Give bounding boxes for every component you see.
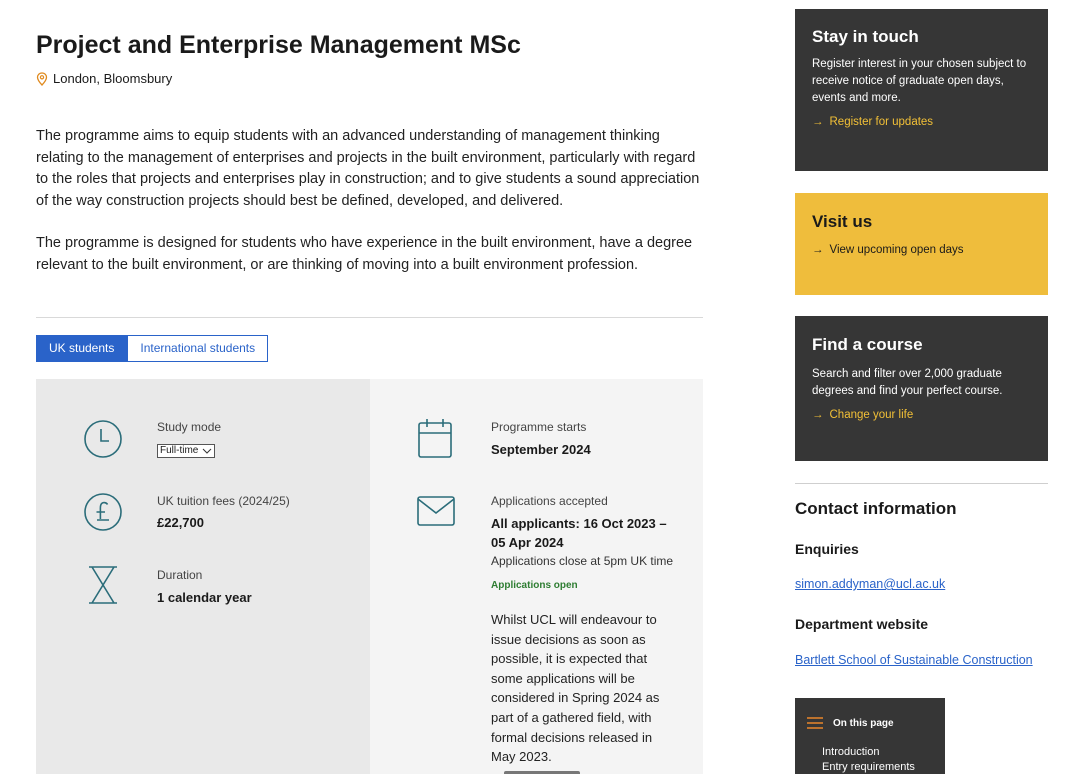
open-days-link-text: View upcoming open days <box>829 244 964 256</box>
applications-note: Applications close at 5pm UK time <box>491 554 674 568</box>
register-link-text: Register for updates <box>829 116 934 128</box>
hourglass-icon <box>89 566 117 604</box>
intro-paragraph-1: The programme aims to equip students wit… <box>36 128 700 209</box>
location-pin-icon <box>36 71 48 86</box>
key-facts-panel: Study mode Full-time UK tuition fees (20… <box>36 379 703 774</box>
programme-starts-value: September 2024 <box>491 442 591 457</box>
page-title: Project and Enterprise Management MSc <box>36 31 521 59</box>
on-this-page-title: On this page <box>833 717 894 729</box>
applications-status: Applications open <box>491 580 578 591</box>
arrow-right-icon: → <box>812 244 824 256</box>
programme-starts-label: Programme starts <box>491 420 587 434</box>
stay-in-touch-text: Register interest in your chosen subject… <box>812 58 1027 104</box>
key-facts-right: Programme starts September 2024 Applicat… <box>370 379 703 774</box>
find-a-course-box: Find a course Search and filter over 2,0… <box>795 316 1048 461</box>
contact-title: Contact information <box>795 499 957 518</box>
applications-label: Applications accepted <box>491 494 608 508</box>
key-facts-left: Study mode Full-time UK tuition fees (20… <box>36 379 370 774</box>
calendar-icon <box>418 419 452 458</box>
find-a-course-text: Search and filter over 2,000 graduate de… <box>812 368 1003 397</box>
location: London, Bloomsbury <box>36 71 172 86</box>
tab-international-students[interactable]: International students <box>127 335 269 362</box>
fees-value: £22,700 <box>157 515 204 530</box>
duration-label: Duration <box>157 568 203 582</box>
arrow-right-icon: → <box>812 116 824 128</box>
fees-label: UK tuition fees (2024/25) <box>157 494 290 508</box>
visit-us-title: Visit us <box>812 212 873 231</box>
study-mode-value: Full-time <box>160 445 199 456</box>
applications-value-line1: All applicants: 16 Oct 2023 – <box>491 516 667 531</box>
on-this-page-item-entry-requirements[interactable]: Entry requirements <box>822 761 915 773</box>
stay-in-touch-title: Stay in touch <box>812 27 919 46</box>
tab-uk-students[interactable]: UK students <box>36 335 128 362</box>
location-text: London, Bloomsbury <box>53 71 173 86</box>
enquiries-label: Enquiries <box>795 541 859 557</box>
arrow-right-icon: → <box>812 409 824 421</box>
intro-section: The programme aims to equip students wit… <box>36 126 703 276</box>
change-your-life-text: Change your life <box>829 409 914 421</box>
contact-divider <box>795 483 1048 484</box>
applications-value-line2: 05 Apr 2024 <box>491 535 564 550</box>
register-link[interactable]: → Register for updates <box>812 116 1031 128</box>
on-this-page-item-introduction[interactable]: Introduction <box>822 746 879 758</box>
department-website-link[interactable]: Bartlett School of Sustainable Construct… <box>795 653 1033 667</box>
find-a-course-title: Find a course <box>812 335 923 354</box>
chevron-down-icon <box>202 448 212 454</box>
decision-text: Whilst UCL will endeavour to issue decis… <box>491 612 660 765</box>
clock-icon <box>84 420 122 458</box>
study-mode-select[interactable]: Full-time <box>157 444 216 458</box>
stay-in-touch-box: Stay in touch Register interest in your … <box>795 9 1048 171</box>
on-this-page-nav: On this page Introduction Entry requirem… <box>795 698 945 774</box>
visit-us-box: Visit us → View upcoming open days <box>795 193 1048 295</box>
envelope-icon <box>417 496 455 526</box>
duration-value: 1 calendar year <box>157 590 252 605</box>
enquiries-email-link[interactable]: simon.addyman@ucl.ac.uk <box>795 577 945 591</box>
hamburger-icon <box>807 717 823 729</box>
pound-icon <box>84 493 122 531</box>
on-this-page-toggle[interactable]: On this page <box>807 717 894 729</box>
intro-paragraph-2: The programme is designed for students w… <box>36 235 693 273</box>
student-type-tabs: UK students International students <box>36 335 269 362</box>
study-mode-label: Study mode <box>157 420 222 434</box>
department-website-label: Department website <box>795 616 929 632</box>
open-days-link[interactable]: → View upcoming open days <box>812 244 1031 256</box>
change-your-life-link[interactable]: → Change your life <box>812 409 1031 421</box>
section-divider <box>36 317 703 318</box>
